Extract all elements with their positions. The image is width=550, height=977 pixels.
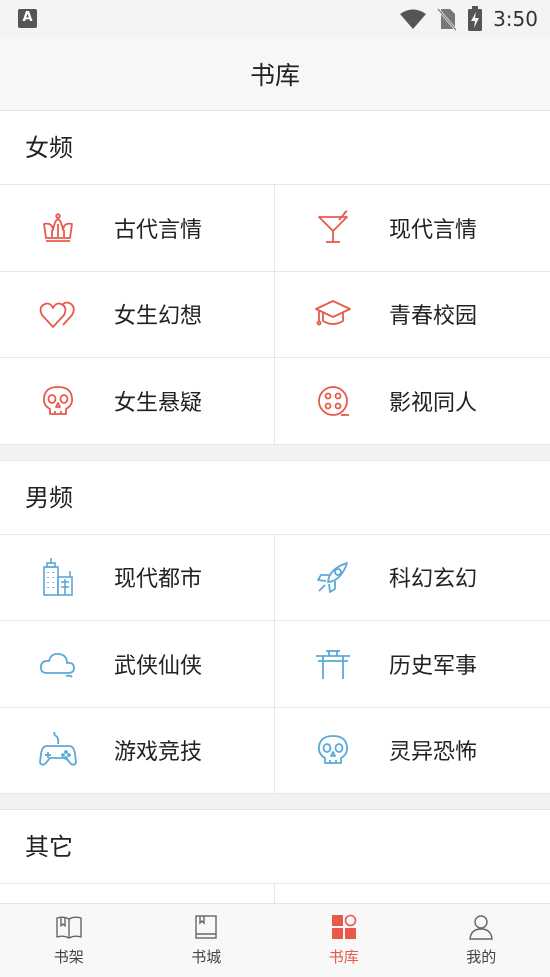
tab-label: 书城 bbox=[191, 948, 222, 966]
category-item[interactable]: 武侠仙侠 bbox=[0, 621, 275, 708]
graduation-cap-icon bbox=[313, 294, 353, 334]
skull-icon bbox=[38, 381, 78, 421]
category-item[interactable]: 女生幻想 bbox=[0, 271, 275, 358]
skull-icon bbox=[313, 730, 353, 770]
category-item[interactable]: 灵异恐怖 bbox=[275, 708, 550, 794]
film-reel-icon bbox=[313, 381, 353, 421]
section-female: 女频 古代言情 现代言情 女生幻想 青春校园 女生悬疑 影视同人 bbox=[0, 111, 550, 445]
rocket-icon bbox=[313, 557, 353, 597]
category-item[interactable] bbox=[275, 884, 550, 903]
page-title: 书库 bbox=[249, 61, 300, 90]
category-item[interactable]: 科幻玄幻 bbox=[275, 535, 550, 621]
tab-label: 我的 bbox=[466, 948, 497, 966]
category-item[interactable]: 女生悬疑 bbox=[0, 358, 275, 445]
section-divider bbox=[0, 794, 550, 810]
category-label: 影视同人 bbox=[389, 390, 478, 416]
tab-profile[interactable]: 我的 bbox=[413, 904, 550, 977]
user-icon bbox=[467, 913, 495, 941]
category-item[interactable]: 游戏竞技 bbox=[0, 707, 275, 794]
section-divider bbox=[0, 444, 550, 461]
crown-icon bbox=[38, 208, 78, 248]
tab-label: 书库 bbox=[328, 948, 359, 966]
category-item[interactable] bbox=[0, 884, 275, 903]
tab-bookstore[interactable]: 书城 bbox=[138, 904, 276, 977]
tab-bookshelf[interactable]: 书架 bbox=[0, 904, 138, 977]
gate-icon bbox=[313, 644, 353, 684]
category-label: 灵异恐怖 bbox=[389, 740, 478, 766]
category-label: 现代言情 bbox=[389, 217, 478, 243]
section-male: 男频 现代都市 科幻玄幻 武侠仙侠 历史军事 游戏竞技 灵异恐怖 bbox=[0, 460, 550, 794]
cocktail-icon bbox=[313, 208, 353, 248]
open-book-icon bbox=[55, 913, 83, 941]
category-label: 武侠仙侠 bbox=[114, 653, 203, 679]
category-label: 历史军事 bbox=[389, 653, 478, 679]
category-grid: 现代都市 科幻玄幻 武侠仙侠 历史军事 游戏竞技 灵异恐怖 bbox=[0, 534, 550, 794]
category-label: 游戏竞技 bbox=[114, 740, 203, 766]
category-label: 女生幻想 bbox=[114, 304, 203, 330]
category-item[interactable]: 青春校园 bbox=[275, 272, 550, 358]
category-grid bbox=[0, 884, 550, 903]
category-label: 现代都市 bbox=[114, 567, 203, 593]
notification-glyph: A bbox=[22, 10, 33, 25]
category-label: 女生悬疑 bbox=[114, 390, 203, 416]
city-buildings-icon bbox=[38, 557, 78, 597]
section-title: 女频 bbox=[0, 111, 550, 185]
hearts-icon bbox=[38, 294, 78, 334]
wifi-icon bbox=[400, 9, 427, 29]
section-other: 其它 bbox=[0, 810, 550, 903]
category-item[interactable]: 古代言情 bbox=[0, 185, 275, 272]
category-item[interactable]: 现代都市 bbox=[0, 534, 275, 621]
app-header: 书库 bbox=[0, 38, 550, 111]
category-item[interactable]: 历史军事 bbox=[275, 621, 550, 708]
tab-library[interactable]: 书库 bbox=[275, 904, 413, 977]
library-grid-icon bbox=[330, 913, 358, 941]
status-icons: 3:50 bbox=[399, 6, 538, 32]
category-item[interactable]: 影视同人 bbox=[275, 358, 550, 445]
clock: 3:50 bbox=[493, 7, 538, 31]
battery-charging-icon bbox=[468, 6, 483, 31]
cloud-icon bbox=[38, 644, 78, 684]
status-bar: A 3:50 bbox=[0, 0, 550, 38]
category-item[interactable]: 现代言情 bbox=[275, 185, 550, 272]
notification-icon: A bbox=[18, 9, 37, 28]
gamepad-icon bbox=[38, 730, 78, 770]
no-sim-icon bbox=[437, 8, 458, 31]
bottom-tab-bar: 书架 书城 书库 我的 bbox=[0, 903, 550, 977]
book-icon bbox=[192, 913, 220, 941]
category-label: 科幻玄幻 bbox=[389, 567, 478, 593]
category-grid: 古代言情 现代言情 女生幻想 青春校园 女生悬疑 影视同人 bbox=[0, 185, 550, 445]
library-content[interactable]: 女频 古代言情 现代言情 女生幻想 青春校园 女生悬疑 影视同人 男频 现代都市… bbox=[0, 111, 550, 903]
section-title: 其它 bbox=[0, 810, 550, 884]
category-label: 青春校园 bbox=[389, 304, 478, 330]
category-label: 古代言情 bbox=[114, 217, 203, 243]
section-title: 男频 bbox=[0, 461, 550, 535]
tab-label: 书架 bbox=[53, 948, 84, 966]
